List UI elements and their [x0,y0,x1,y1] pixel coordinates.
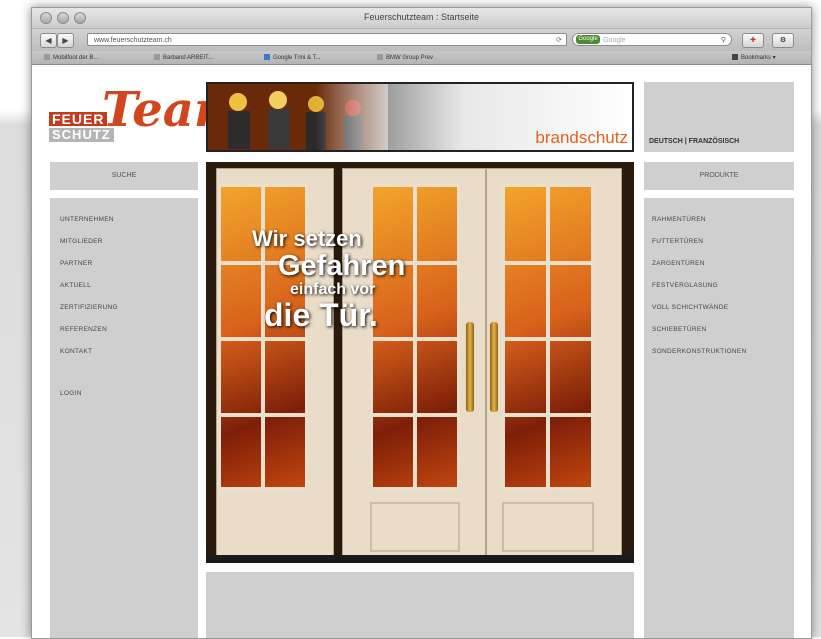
page-icon [154,54,160,60]
nav-item-partner[interactable]: PARTNER [60,260,118,282]
search-icon: ⚲ [720,37,726,44]
window-frame [502,184,594,490]
book-icon [732,54,738,60]
address-bar[interactable]: www.feuerschutzteam.ch ⟳ [87,33,567,46]
bookmark-label: Barband ARBEIT... [163,55,214,61]
floor-shadow [206,555,634,563]
login-link[interactable]: LOGIN [60,390,118,412]
firefighters-image [208,84,388,150]
settings-button[interactable]: ⚙ [772,33,794,48]
bookmark-label: Mobilfoot der B... [53,55,99,61]
header-banner: brandschutz [206,82,634,152]
hero-slogan: Wir setzen Gefahren einfach vor die Tür. [248,226,406,333]
nav-item-aktuell[interactable]: AKTUELL [60,282,118,304]
search-input[interactable]: Google Google ⚲ [572,33,732,46]
logo-schutz: SCHUTZ [49,128,114,142]
product-item-rahmentueren[interactable]: RAHMENTÜREN [652,216,746,238]
product-item-sonderkonstruktionen[interactable]: SONDERKONSTRUKTIONEN [652,348,746,370]
content-footer-area [206,572,634,638]
product-item-zargentueren[interactable]: ZARGENTÜREN [652,260,746,282]
product-item-futtertueren[interactable]: FUTTERTÜREN [652,238,746,260]
product-item-festverglasung[interactable]: FESTVERGLASUNG [652,282,746,304]
bookmark-item[interactable]: Google Trini & T... [264,54,321,61]
products-menu: RAHMENTÜREN FUTTERTÜREN ZARGENTÜREN FEST… [652,216,746,370]
slogan-line-1: Wir setzen [252,226,362,251]
left-nav-menu: UNTERNEHMEN MITGLIEDER PARTNER AKTUELL Z… [60,216,118,412]
page-content: Team FEUER SCHUTZ brandschutz DEUTSCH | … [32,66,811,638]
bookmark-add-button[interactable]: ✚ [742,33,764,48]
bookmarks-menu[interactable]: Bookmarks ▾ [732,54,776,61]
reload-icon[interactable]: ⟳ [556,34,562,47]
language-box: DEUTSCH | FRANZÖSISCH [644,82,794,152]
products-button[interactable]: PRODUKTE [644,162,794,190]
forward-arrow-icon: ▶ [62,36,69,45]
google-icon: Google [576,35,600,44]
title-bar: Feuerschutzteam : Startseite [32,8,811,29]
banner-brand-text: brandschutz [535,128,628,147]
nav-item-kontakt[interactable]: KONTAKT [60,348,118,370]
nav-item-referenzen[interactable]: REFERENZEN [60,326,118,348]
back-arrow-icon: ◀ [45,36,52,45]
nav-item-unternehmen[interactable]: UNTERNEHMEN [60,216,118,238]
door-handle [490,322,498,412]
slogan-line-4: die Tür. [264,297,378,333]
back-button[interactable]: ◀ [40,33,57,48]
window-title: Feuerschutzteam : Startseite [363,12,480,22]
bookmark-item[interactable]: Barband ARBEIT... [154,54,213,61]
slogan-line-2: Gefahren [278,250,406,282]
page-icon [377,54,383,60]
bookmark-item[interactable]: BMW Group Prev [377,54,433,61]
nav-item-mitglieder[interactable]: MITGLIEDER [60,238,118,260]
right-sidebar: RAHMENTÜREN FUTTERTÜREN ZARGENTÜREN FEST… [644,198,794,638]
bookmark-item[interactable]: Mobilfoot der B... [44,54,98,61]
left-sidebar: UNTERNEHMEN MITGLIEDER PARTNER AKTUELL Z… [50,198,198,638]
logo-feuer: FEUER [49,112,108,126]
browser-toolbar: ◀ ▶ www.feuerschutzteam.ch ⟳ Google Goog… [32,29,811,51]
product-item-schiebetueren[interactable]: SCHIEBETÜREN [652,326,746,348]
page-icon [44,54,50,60]
url-text: www.feuerschutzteam.ch [94,37,172,44]
browser-window: Feuerschutzteam : Startseite ◀ ▶ www.feu… [31,7,812,639]
gear-icon: ⚙ [779,37,787,44]
bookmark-label: Google Trini & T... [273,55,321,61]
door-panel [218,502,308,552]
search-button[interactable]: SUCHE [50,162,198,190]
door-panel [502,502,594,552]
product-item-voll-schichtwaende[interactable]: VOLL SCHICHTWÄNDE [652,304,746,326]
forward-button[interactable]: ▶ [57,33,74,48]
bookmarks-menu-label: Bookmarks [741,55,772,61]
bookmark-label: BMW Group Prev [386,55,434,61]
site-logo[interactable]: Team FEUER SCHUTZ [47,82,245,152]
page-icon [264,54,270,60]
door-panel [370,502,460,552]
hero-image: Wir setzen Gefahren einfach vor die Tür. [206,162,634,563]
language-switch[interactable]: DEUTSCH | FRANZÖSISCH [649,138,739,145]
nav-item-zertifizierung[interactable]: ZERTIFIZIERUNG [60,304,118,326]
slogan-line-3: einfach vor [290,281,376,298]
bookmarks-bar: Mobilfoot der B... Barband ARBEIT... Goo… [32,51,811,65]
search-placeholder: Google [603,37,626,44]
door-handle [466,322,474,412]
